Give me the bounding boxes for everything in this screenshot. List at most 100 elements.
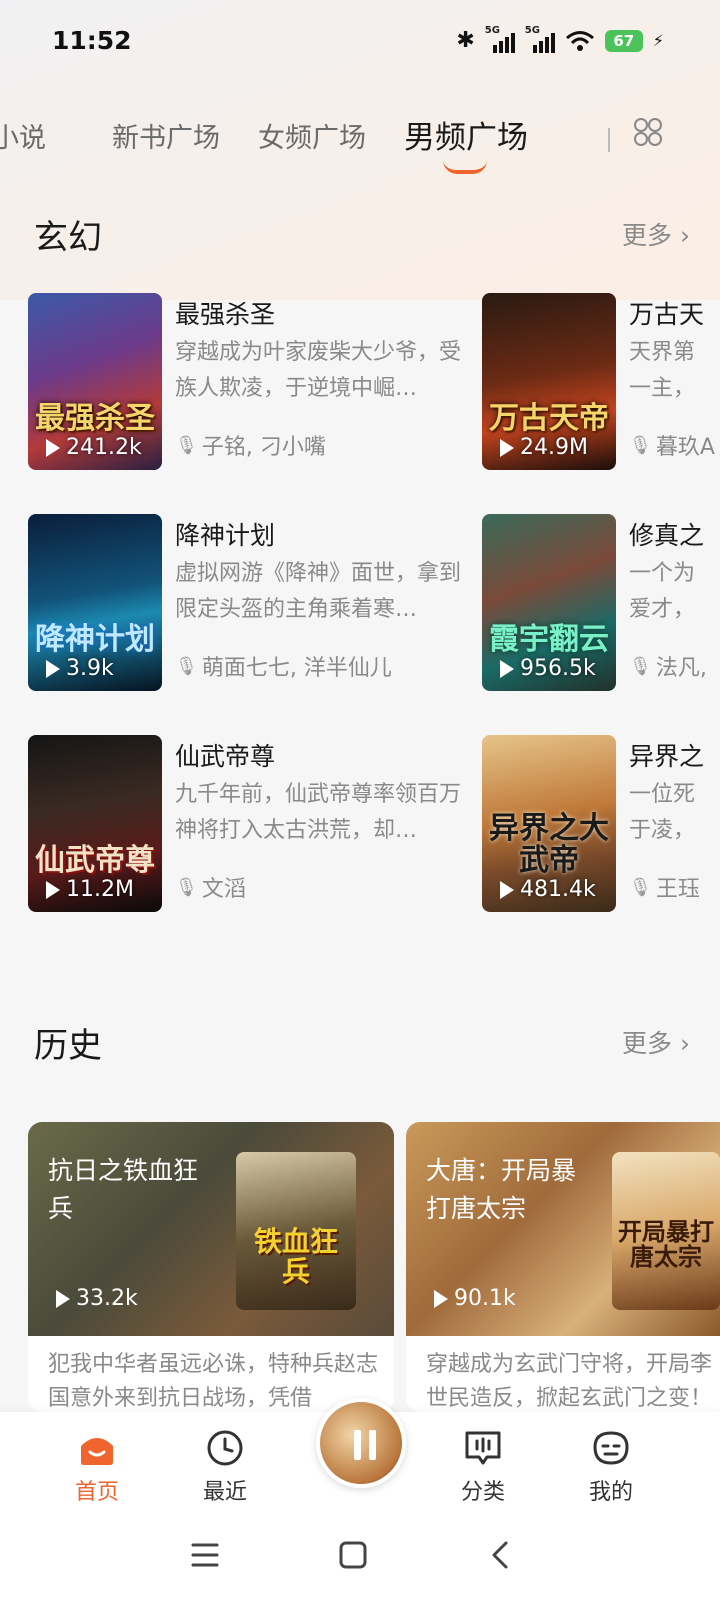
pause-icon [354, 1430, 376, 1460]
bluetooth-icon: ✱ [456, 28, 475, 53]
book-item[interactable]: 最强杀圣 241.2k 最强杀圣 穿越成为叶家废柴大少爷，受族人欺凌，于逆境中崛… [28, 293, 468, 473]
play-count: 956.5k [500, 656, 596, 681]
book-item[interactable]: 万古天帝 24.9M 万古天 天界第一主，遭挚 🎙暮玖A [482, 293, 720, 473]
microphone-icon: 🎙 [629, 434, 652, 456]
microphone-icon: 🎙 [175, 434, 198, 456]
section-title-xuanhuan: 玄幻 [34, 218, 102, 258]
tab-divider [608, 128, 610, 152]
microphone-icon: 🎙 [175, 655, 198, 677]
menu-icon[interactable] [190, 1542, 220, 1568]
play-count: 481.4k [500, 877, 596, 902]
history-card-cover: 开局暴打唐太宗 [612, 1152, 720, 1310]
status-time: 11:52 [52, 26, 132, 55]
book-title: 最强杀圣 [175, 300, 276, 329]
play-count-text: 11.2M [66, 877, 134, 902]
nav-mine-label: 我的 [588, 1480, 633, 1505]
more-label: 更多 [622, 221, 673, 250]
chevron-right-icon: › [680, 221, 690, 250]
signal-icon-2: 5G [525, 25, 555, 53]
play-count-text: 3.9k [66, 656, 114, 681]
play-icon [46, 659, 60, 678]
back-icon[interactable] [488, 1540, 512, 1570]
author-text: 暮玖A [655, 435, 715, 460]
category-tabs: 小说 新书广场 女频广场 男频广场 [0, 108, 720, 174]
play-count-text: 90.1k [454, 1286, 516, 1311]
mini-player-button[interactable] [316, 1398, 406, 1488]
play-count-text: 241.2k [66, 435, 142, 460]
home-square-icon[interactable] [338, 1540, 368, 1570]
book-item[interactable]: 霞宇翻云 956.5k 修真之 一个为爱才，机缘 🎙法凡, [482, 514, 720, 694]
book-cover: 降神计划 3.9k [28, 514, 162, 691]
book-description: 穿越成为叶家废柴大少爷，受族人欺凌，于逆境中崛… [175, 340, 462, 401]
tab-new-books[interactable]: 新书广场 [112, 116, 220, 155]
history-card-title: 大唐：开局暴打唐太宗 [426, 1156, 577, 1223]
profile-icon [566, 1426, 656, 1470]
home-icon [52, 1426, 142, 1470]
play-icon [434, 1289, 448, 1308]
play-count-text: 33.2k [76, 1286, 138, 1311]
tab-novel[interactable]: 小说 [0, 116, 46, 155]
book-cover: 霞宇翻云 956.5k [482, 514, 616, 691]
play-count-text: 481.4k [520, 877, 596, 902]
history-card-description: 犯我中华者虽远必诛，特种兵赵志国意外来到抗日战场，凭借 [48, 1352, 379, 1411]
book-author: 🎙 暮玖A [629, 429, 715, 461]
grid-menu-icon[interactable] [632, 116, 664, 148]
play-count: 90.1k [434, 1286, 516, 1311]
nav-mine[interactable]: 我的 [566, 1426, 656, 1506]
more-label: 更多 [622, 1029, 673, 1058]
tab-male[interactable]: 男频广场 [404, 112, 528, 157]
cover-text: 万古天帝 [489, 400, 609, 436]
book-author: 🎙 子铭, 刁小嘴 [175, 429, 326, 461]
nav-recent-label: 最近 [202, 1480, 247, 1505]
book-cover: 异界之大武帝 481.4k [482, 735, 616, 912]
book-author: 🎙 萌面七七, 洋半仙儿 [175, 650, 392, 682]
chevron-right-icon: › [680, 1029, 690, 1058]
charging-icon: ⚡ [652, 31, 664, 50]
tab-female[interactable]: 女频广场 [258, 116, 366, 155]
author-text: 萌面七七, 洋半仙儿 [201, 656, 392, 681]
book-item[interactable]: 仙武帝尊 11.2M 仙武帝尊 九千年前，仙武帝尊率领百万神将打入太古洪荒，却…… [28, 735, 468, 915]
play-count: 241.2k [46, 435, 142, 460]
nav-category[interactable]: 分类 [438, 1426, 528, 1506]
history-card-cover: 铁血狂兵 [236, 1152, 356, 1310]
history-card-description: 穿越成为玄武门守将，开局李世民造反，掀起玄武门之变！ [426, 1352, 713, 1411]
cover-text: 开局暴打唐太宗 [618, 1217, 714, 1271]
book-author: 🎙 王珏 [629, 871, 700, 903]
play-count: 24.9M [500, 435, 588, 460]
history-card[interactable]: 大唐：开局暴打唐太宗 开局暴打唐太宗 90.1k 穿越成为玄武门守将，开局李世民… [406, 1122, 720, 1412]
history-card[interactable]: 抗日之铁血狂兵 铁血狂兵 33.2k 犯我中华者虽远必诛，特种兵赵志国意外来到抗… [28, 1122, 394, 1412]
play-count-text: 24.9M [520, 435, 588, 460]
network-type-1: 5G [484, 24, 500, 36]
book-description: 虚拟网游《降神》面世，拿到限定头盔的主角乘着寒… [175, 561, 462, 622]
more-button-history[interactable]: 更多 › [622, 1024, 690, 1060]
author-text: 法凡, [655, 656, 707, 681]
play-icon [56, 1289, 70, 1308]
cover-text: 降神计划 [35, 621, 155, 657]
book-cover: 仙武帝尊 11.2M [28, 735, 162, 912]
author-text: 文滔 [201, 877, 246, 902]
book-description: 九千年前，仙武帝尊率领百万神将打入太古洪荒，却… [175, 782, 462, 843]
book-title: 万古天 [629, 300, 705, 329]
book-title: 仙武帝尊 [175, 742, 276, 771]
play-icon [500, 438, 514, 457]
play-count-text: 956.5k [520, 656, 596, 681]
nav-recent[interactable]: 最近 [180, 1426, 270, 1506]
battery-icon: 67 [604, 29, 643, 52]
cover-text: 仙武帝尊 [35, 842, 155, 878]
book-description: 一个为爱才，机缘 [629, 561, 696, 622]
book-item[interactable]: 异界之大武帝 481.4k 异界之 一位死于凌，带着 🎙王珏 [482, 735, 720, 915]
play-icon [46, 438, 60, 457]
microphone-icon: 🎙 [629, 876, 652, 898]
nav-home[interactable]: 首页 [52, 1426, 142, 1506]
book-item[interactable]: 降神计划 3.9k 降神计划 虚拟网游《降神》面世，拿到限定头盔的主角乘着寒… … [28, 514, 468, 694]
author-text: 王珏 [655, 877, 700, 902]
clock-icon [180, 1426, 270, 1470]
section-title-history: 历史 [34, 1026, 102, 1066]
signal-icon: 5G [485, 25, 515, 53]
play-count: 11.2M [46, 877, 134, 902]
book-title: 修真之 [629, 521, 705, 550]
nav-category-label: 分类 [460, 1480, 505, 1505]
more-button-xuanhuan[interactable]: 更多 › [622, 216, 690, 252]
book-title: 异界之 [629, 742, 705, 771]
play-icon [500, 880, 514, 899]
